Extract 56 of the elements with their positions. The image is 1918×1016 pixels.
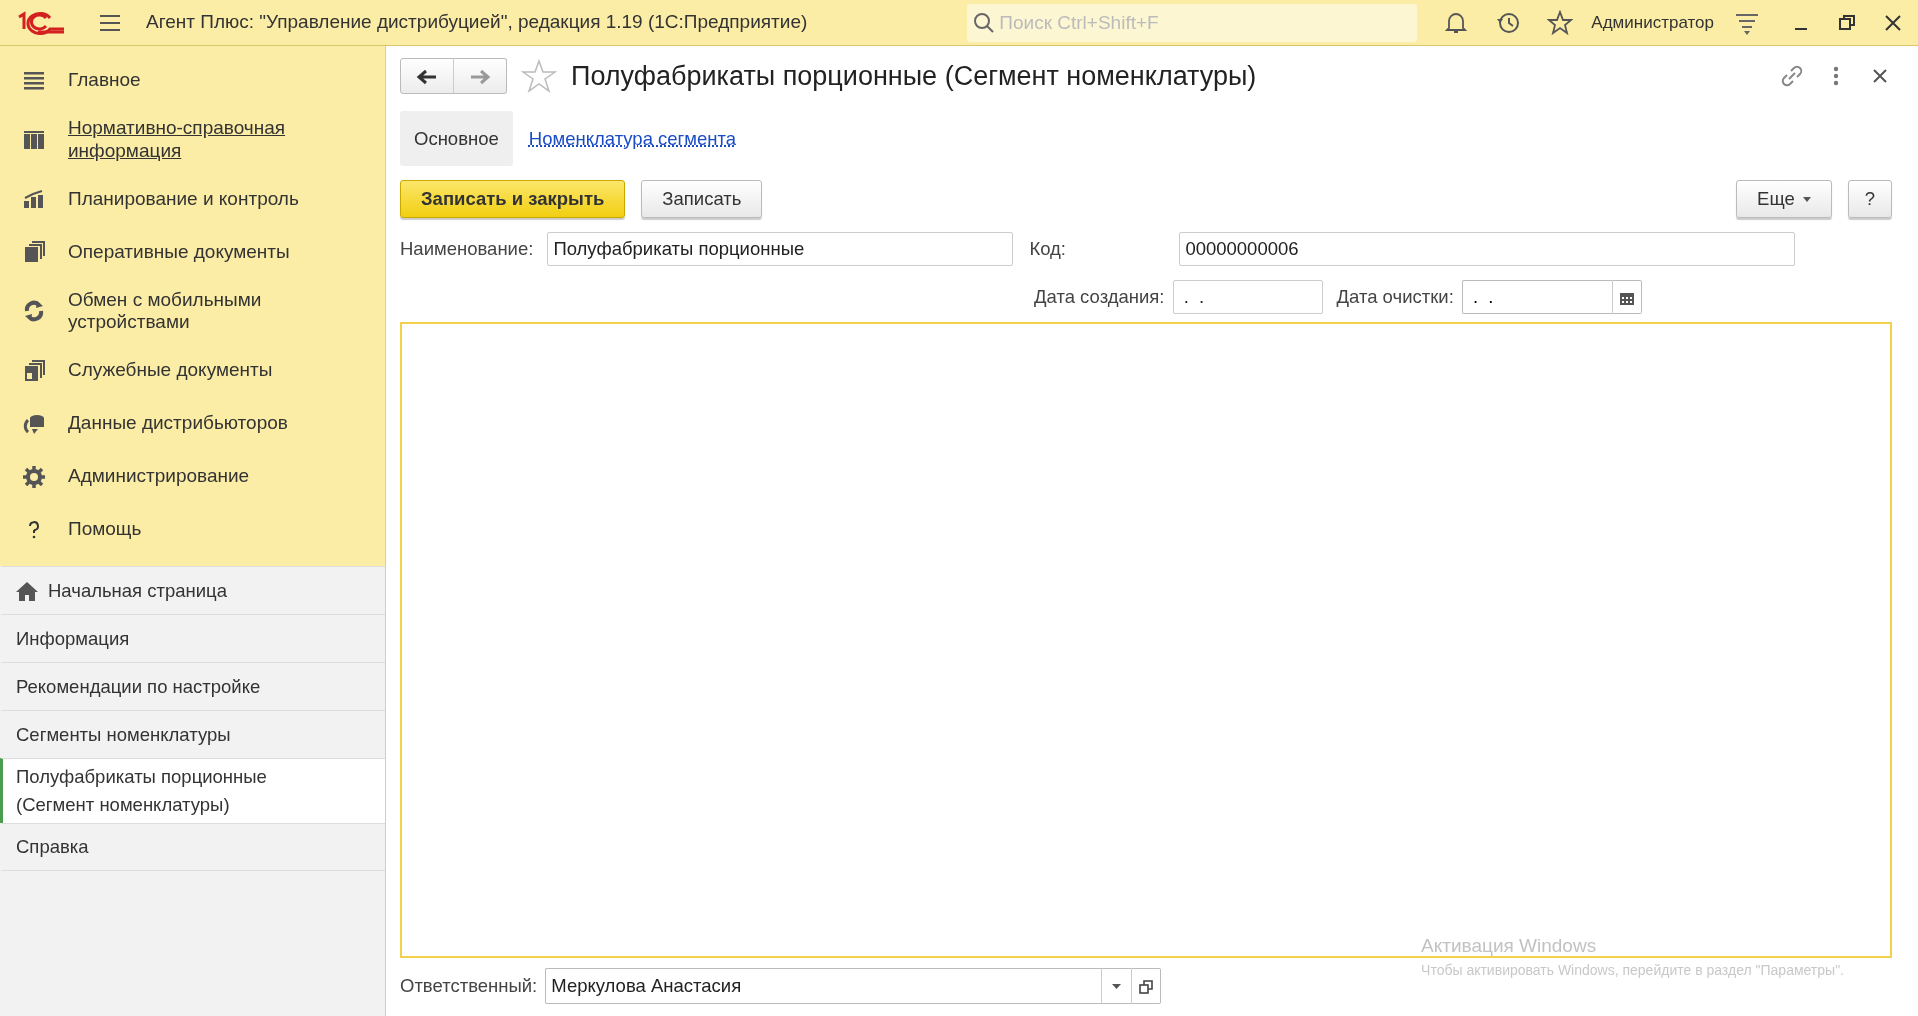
- field-label: Наименование:: [400, 237, 534, 262]
- save-and-close-button[interactable]: Записать и закрыть: [400, 180, 626, 219]
- field-label: Ответственный:: [400, 974, 538, 999]
- tab[interactable]: Номенклатура сегмента: [512, 110, 751, 167]
- settings-icon: [22, 464, 46, 489]
- save-button[interactable]: Записать: [641, 180, 763, 219]
- window-title: Агент Плюс: "Управление дистрибуцией", редакция 1.19 (1С:Предприятие): [146, 10, 808, 35]
- home-icon: [16, 580, 38, 601]
- section-link[interactable]: Данные дистрибьюторов: [68, 412, 308, 436]
- section-link[interactable]: Планирование и контроль: [68, 187, 308, 211]
- open-button[interactable]: [1131, 968, 1162, 1004]
- star-icon[interactable]: [521, 58, 557, 95]
- form-title: Полуфабрикаты порционные (Сегмент номенклатуры): [571, 60, 1258, 93]
- section-link[interactable]: Главное: [68, 69, 308, 92]
- link-icon[interactable]: [1780, 64, 1804, 89]
- open-window-item[interactable]: Информация: [0, 614, 385, 663]
- arrow-right-icon: [469, 69, 491, 85]
- star-icon[interactable]: [1547, 9, 1574, 36]
- caret-icon: [1802, 196, 1811, 202]
- section-link[interactable]: Помощь: [68, 518, 308, 542]
- tab[interactable]: Основное: [400, 110, 513, 167]
- caret-icon: [1112, 984, 1122, 990]
- input-field[interactable]: Полуфабрикаты порционные: [547, 232, 1014, 267]
- activation-title: Активация Windows: [1421, 933, 1598, 958]
- more-button[interactable]: Еще: [1736, 180, 1832, 219]
- date-field[interactable]: . .: [1461, 280, 1612, 315]
- open-window-item[interactable]: Рекомендации по настройке: [0, 662, 385, 711]
- help-button[interactable]: ?: [1847, 180, 1892, 219]
- field-label: Код:: [1029, 237, 1067, 262]
- calendar-icon: [1619, 291, 1634, 305]
- arrow-left-icon: [416, 69, 438, 85]
- section-link[interactable]: Нормативно-справочная информация: [68, 117, 308, 163]
- field-label: Дата очистки:: [1336, 285, 1454, 310]
- sync-icon: [22, 299, 46, 324]
- open-window-item[interactable]: Начальная страница: [0, 566, 385, 615]
- section-link[interactable]: Оперативные документы: [68, 240, 308, 264]
- input-field[interactable]: 00000000006: [1179, 232, 1796, 267]
- documents-icon: [22, 240, 46, 265]
- open-window-item[interactable]: Полуфабрикаты порционные (Сегмент номенклатуры): [0, 758, 385, 823]
- responsible-field[interactable]: Меркулова Анастасия: [545, 968, 1102, 1004]
- section-link[interactable]: Администрирование: [68, 465, 308, 489]
- field-label: Дата создания:: [1034, 285, 1165, 310]
- calendar-button[interactable]: [1611, 280, 1642, 315]
- back-button[interactable]: [400, 58, 454, 95]
- dropdown-button[interactable]: [1101, 968, 1132, 1004]
- section-link[interactable]: Обмен с мобильными устройствами: [68, 288, 308, 335]
- search-field[interactable]: Поиск Ctrl+Shift+F: [967, 3, 1418, 42]
- input-field[interactable]: . .: [1172, 280, 1323, 315]
- search-icon: [973, 11, 996, 34]
- user-name: Администратор: [1591, 11, 1714, 34]
- documents-icon: [22, 358, 46, 383]
- open-window-icon: [1139, 979, 1154, 994]
- menu-icon[interactable]: [98, 12, 122, 33]
- open-window-item[interactable]: Справка: [0, 822, 385, 871]
- logo-icon: [16, 10, 66, 35]
- section-link[interactable]: Служебные документы: [68, 359, 308, 383]
